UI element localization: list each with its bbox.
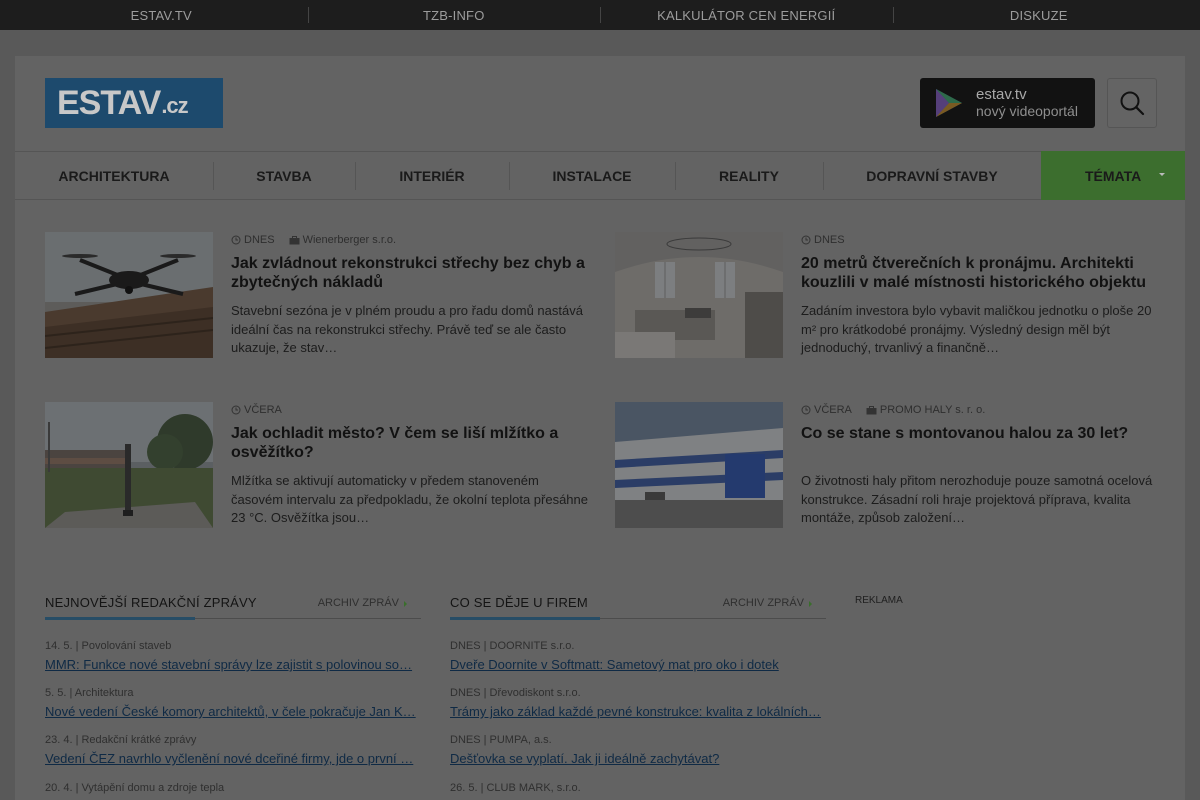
nav-item-instalace[interactable]: INSTALACE [509,152,675,199]
list-item: 20. 4. | Vytápění domu a zdroje tepla [45,781,421,795]
article-title[interactable]: Co se stane s montovanou halou za 30 let… [801,424,1161,443]
main-nav: ARCHITEKTURA STAVBA INTERIÉR INSTALACE R… [15,151,1185,200]
news-item-meta: 14. 5. | Povolování staveb [45,640,172,652]
firm-item-link[interactable]: Dveře Doornite v Softmatt: Sametový mat … [450,656,826,674]
page-container: ESTAV .cz estav.tv nový videoportál ARCHI… [15,56,1185,800]
firm-item-meta: DNES | Dřevodiskont s.r.o. [450,687,581,699]
article-meta: VČERA PROMO HALY s. r. o. [801,404,985,416]
nav-item-interier[interactable]: INTERIÉR [355,152,509,199]
search-button[interactable] [1107,78,1157,128]
list-item: 14. 5. | Povolování staveb MMR: Funkce n… [45,639,421,674]
article-company: PROMO HALY s. r. o. [866,404,985,416]
list-item: 23. 4. | Redakční krátké zprávy Vedení Č… [45,733,421,768]
nav-item-dopravni-stavby[interactable]: DOPRAVNÍ STAVBY [823,152,1041,199]
article-company: Wienerberger s.r.o. [289,234,397,246]
firm-item-meta: DNES | PUMPA, a.s. [450,734,552,746]
list-item: DNES | PUMPA, a.s. Dešťovka se vyplatí. … [450,733,826,768]
news-item-meta: 23. 4. | Redakční krátké zprávy [45,734,197,746]
article-image-mist-column[interactable] [45,402,213,528]
firms-column-title: CO SE DĚJE U FIREM [450,595,588,610]
site-logo[interactable]: ESTAV .cz [45,78,223,128]
header-underline [450,617,600,620]
article-perex: Zadáním investora bylo vybavit maličkou … [801,303,1152,355]
article-date-text: DNES [814,234,845,246]
article-card[interactable]: DNES Wienerberger s.r.o. Jak zvládnout r… [45,232,585,360]
article-date-text: VČERA [244,404,282,416]
estav-tv-banner[interactable]: estav.tv nový videoportál [920,78,1095,128]
tv-title: estav.tv [976,85,1027,103]
article-company-text: Wienerberger s.r.o. [302,234,397,246]
article-title[interactable]: Jak ochladit město? V čem se liší mlžítk… [231,424,591,462]
news-item-link[interactable]: Nové vedení České komory architektů, v č… [45,703,421,721]
firms-column-header: CO SE DĚJE U FIREM ARCHIV ZPRÁV [450,591,826,620]
arrow-right-icon [809,601,812,607]
news-column-header: NEJNOVĚJŠÍ REDAKČNÍ ZPRÁVY ARCHIV ZPRÁV [45,591,421,620]
news-archive-link[interactable]: ARCHIV ZPRÁV [318,597,399,609]
article-title[interactable]: Jak zvládnout rekonstrukci střechy bez c… [231,254,591,292]
article-date: DNES [231,234,275,246]
article-meta: VČERA [231,404,282,416]
article-date-text: VČERA [814,404,852,416]
article-perex: O životnosti haly přitom nerozhoduje pou… [801,473,1153,525]
briefcase-icon [866,405,877,414]
caret-down-icon [1159,173,1165,176]
article-card[interactable]: DNES 20 metrů čtverečních k pronájmu. Ar… [615,232,1155,360]
article-image-drone[interactable] [45,232,213,358]
article-date: DNES [801,234,845,246]
article-title[interactable]: 20 metrů čtverečních k pronájmu. Archite… [801,254,1161,292]
news-column-title: NEJNOVĚJŠÍ REDAKČNÍ ZPRÁVY [45,595,257,610]
search-icon [1120,91,1145,116]
article-card[interactable]: VČERA PROMO HALY s. r. o. Co se stane s … [615,402,1155,530]
article-date: VČERA [231,404,282,416]
logo-main-text: ESTAV [57,83,161,122]
news-item-meta: 5. 5. | Architektura [45,687,134,699]
clock-icon [801,235,811,245]
article-perex: Stavební sezóna je v plném proudu a pro … [231,303,583,355]
article-company-text: PROMO HALY s. r. o. [879,404,986,416]
briefcase-icon [289,235,300,244]
tv-subtitle: nový videoportál [976,102,1078,119]
firm-item-link[interactable]: Trámy jako základ každé pevné konstrukce… [450,703,826,721]
header-underline [45,617,195,620]
article-meta: DNES Wienerberger s.r.o. [231,234,396,246]
article-image-hall[interactable] [615,402,783,528]
top-bar: ESTAV.TV TZB-INFO KALKULÁTOR CEN ENERGIÍ… [0,0,1200,30]
clock-icon [801,405,811,415]
play-icon [936,89,962,117]
nav-item-architektura[interactable]: ARCHITEKTURA [15,152,213,199]
clock-icon [231,405,241,415]
firm-item-meta: 26. 5. | CLUB MARK, s.r.o. [450,782,581,794]
arrow-right-icon [404,601,407,607]
firms-archive-link[interactable]: ARCHIV ZPRÁV [723,597,804,609]
topbar-link-tzb-info[interactable]: TZB-INFO [307,0,601,30]
clock-icon [231,235,241,245]
news-item-meta: 20. 4. | Vytápění domu a zdroje tepla [45,782,225,794]
topbar-link-estav-tv[interactable]: ESTAV.TV [15,0,308,30]
news-column: NEJNOVĚJŠÍ REDAKČNÍ ZPRÁVY ARCHIV ZPRÁV … [45,591,421,794]
article-date: VČERA [801,404,852,416]
news-item-link[interactable]: Vedení ČEZ navrhlo vyčlenění nové dceřin… [45,750,421,768]
list-item: DNES | DOORNITE s.r.o. Dveře Doornite v … [450,639,826,674]
ad-label: REKLAMA [855,595,903,606]
list-item: 5. 5. | Architektura Nové vedení České k… [45,686,421,721]
article-date-text: DNES [244,234,275,246]
article-perex: Mlžítka se aktivují automaticky v předem… [231,473,588,525]
article-meta: DNES [801,234,845,246]
firms-column: CO SE DĚJE U FIREM ARCHIV ZPRÁV DNES | D… [450,591,826,794]
firm-item-link[interactable]: Dešťovka se vyplatí. Jak ji ideálně zach… [450,750,826,768]
nav-item-stavba[interactable]: STAVBA [213,152,355,199]
article-card[interactable]: VČERA Jak ochladit město? V čem se liší … [45,402,588,530]
topbar-link-diskuze[interactable]: DISKUZE [892,0,1186,30]
temata-label: TÉMATA [1085,167,1142,184]
list-item: 26. 5. | CLUB MARK, s.r.o. [450,781,826,795]
firm-item-meta: DNES | DOORNITE s.r.o. [450,640,575,652]
list-item: DNES | Dřevodiskont s.r.o. Trámy jako zá… [450,686,826,721]
logo-suffix-text: .cz [161,93,188,118]
news-item-link[interactable]: MMR: Funkce nové stavební správy lze zaj… [45,656,421,674]
nav-item-temata[interactable]: TÉMATA [1041,151,1185,200]
nav-item-reality[interactable]: REALITY [675,152,823,199]
article-image-interior[interactable] [615,232,783,358]
topbar-link-kalkulator[interactable]: KALKULÁTOR CEN ENERGIÍ [600,0,893,30]
